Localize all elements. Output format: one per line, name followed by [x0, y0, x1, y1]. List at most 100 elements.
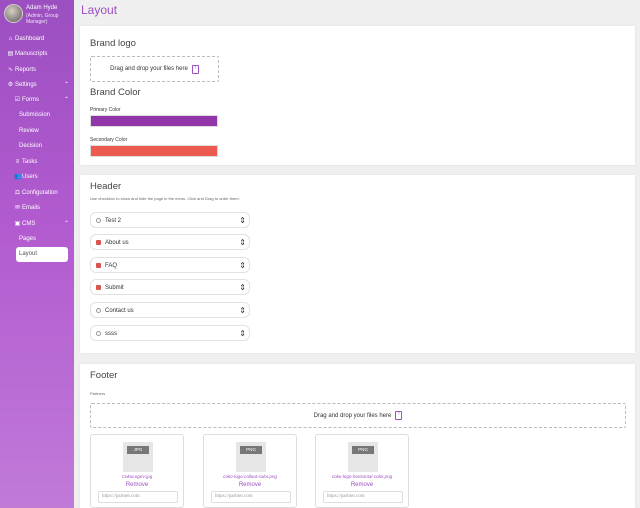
nav-label: Tasks: [22, 159, 38, 165]
file-thumbnail-icon: JPG: [123, 442, 153, 472]
nav-label: CMS: [22, 221, 36, 227]
partner-file-name[interactable]: coko-logo-horizontal-color.png: [316, 474, 408, 479]
nav-label: Users: [22, 174, 38, 180]
secondary-color-picker[interactable]: [90, 145, 218, 157]
user-profile[interactable]: Adam Hyde (Admin, Group Manager): [4, 4, 72, 26]
nav-review[interactable]: Review: [19, 124, 69, 138]
file-thumbnail-icon: PNG: [236, 442, 266, 472]
file-thumbnail-icon: PNG: [348, 442, 378, 472]
file-upload-icon: [395, 411, 403, 420]
nav-label: Manuscripts: [15, 51, 48, 57]
remove-partner-button[interactable]: Remove: [316, 482, 408, 488]
menu-item-label: About us: [105, 240, 129, 246]
nav-label: Forms: [22, 97, 39, 103]
drag-handle-icon[interactable]: ⇕: [239, 328, 246, 340]
drag-handle-icon[interactable]: ⇕: [239, 305, 246, 317]
nav-label: Settings: [15, 82, 37, 88]
menu-item-label: ssss: [105, 331, 117, 337]
nav-label: Layout: [19, 251, 38, 257]
nav-configuration[interactable]: ⚖ Configuration: [14, 186, 69, 200]
file-type-tag: PNG: [352, 446, 374, 454]
menu-item-checkbox[interactable]: [96, 240, 101, 245]
home-icon: ⌂: [8, 36, 13, 42]
user-name: Adam Hyde: [26, 5, 58, 11]
partner-card: JPG CokoLogoV.jpg Remove https://partner…: [90, 434, 184, 508]
nav-dashboard[interactable]: ⌂ Dashboard: [7, 32, 69, 46]
nav-settings[interactable]: ⚙ Settings ⌃: [7, 78, 69, 92]
nav-emails[interactable]: ✉ Emails: [14, 201, 69, 215]
nav-label: Configuration: [22, 190, 58, 196]
partner-card: PNG coko-logo-callout-color.png Remove h…: [203, 434, 297, 508]
menu-item-row[interactable]: Submit ⇕: [90, 279, 250, 295]
menu-item-label: Test 2: [105, 218, 122, 224]
file-type-tag: JPG: [127, 446, 149, 454]
nav-pages[interactable]: Pages: [19, 232, 69, 246]
dropzone-label: Drag and drop your files here: [110, 66, 188, 72]
menu-item-checkbox[interactable]: [96, 285, 101, 290]
partner-file-name[interactable]: coko-logo-callout-color.png: [204, 474, 296, 479]
nav-submission[interactable]: Submission: [19, 108, 69, 122]
menu-item-checkbox[interactable]: [96, 263, 101, 268]
chevron-up-icon: ⌃: [63, 82, 69, 88]
menu-item-label: Contact us: [105, 308, 134, 314]
footer-title: Footer: [90, 370, 118, 381]
sidebar: Adam Hyde (Admin, Group Manager) ⌂ Dashbo…: [0, 0, 74, 508]
remove-partner-button[interactable]: Remove: [204, 482, 296, 488]
partner-url-input[interactable]: https://partner.com: [211, 491, 291, 503]
drag-handle-icon[interactable]: ⇕: [239, 282, 246, 294]
users-icon: 👥: [14, 174, 22, 180]
secondary-color-label: Secondary Color: [90, 137, 128, 143]
menu-item-checkbox[interactable]: [96, 331, 101, 336]
cms-icon: ▣: [14, 221, 21, 227]
file-upload-icon: [191, 64, 199, 74]
menu-item-checkbox[interactable]: [96, 218, 101, 223]
menu-item-label: Submit: [105, 285, 124, 291]
partners-dropzone[interactable]: Drag and drop your files here: [90, 403, 626, 428]
avatar[interactable]: [4, 4, 23, 23]
nav-layout[interactable]: Layout: [16, 247, 68, 262]
nav-tasks[interactable]: ≡ Tasks: [14, 155, 69, 169]
menu-item-row[interactable]: ssss ⇕: [90, 325, 250, 341]
forms-icon: ☑: [14, 97, 21, 103]
menu-item-row[interactable]: FAQ ⇕: [90, 257, 250, 273]
page-title: Layout: [81, 3, 118, 17]
primary-color-picker[interactable]: [90, 115, 218, 127]
menu-item-row[interactable]: Test 2 ⇕: [90, 212, 250, 228]
nav-manuscripts[interactable]: ▤ Manuscripts: [7, 47, 69, 61]
remove-partner-button[interactable]: Remove: [91, 482, 183, 488]
chevron-up-icon: ⌃: [63, 97, 69, 103]
nav-label: Submission: [19, 112, 51, 118]
brand-logo-title: Brand logo: [90, 38, 136, 49]
menu-item-row[interactable]: Contact us ⇕: [90, 302, 250, 318]
nav-decision[interactable]: Decision: [19, 139, 69, 153]
nav-label: Review: [19, 128, 39, 134]
partner-card: PNG coko-logo-horizontal-color.png Remov…: [315, 434, 409, 508]
brand-color-title: Brand Color: [90, 87, 141, 98]
mail-icon: ✉: [14, 205, 21, 211]
partner-url-input[interactable]: https://partner.com: [323, 491, 403, 503]
drag-handle-icon[interactable]: ⇕: [239, 215, 246, 227]
nav-forms[interactable]: ☑ Forms ⌃: [14, 93, 69, 107]
brand-logo-dropzone[interactable]: Drag and drop your files here: [90, 56, 219, 82]
chevron-up-icon: ⌃: [63, 221, 69, 227]
menu-item-row[interactable]: About us ⇕: [90, 234, 250, 250]
drag-handle-icon[interactable]: ⇕: [239, 260, 246, 272]
menu-item-checkbox[interactable]: [96, 308, 101, 313]
dropzone-label: Drag and drop your files here: [313, 412, 392, 419]
configuration-icon: ⚖: [14, 190, 21, 196]
partners-label: Partners: [90, 391, 106, 396]
partner-url-input[interactable]: https://partner.com: [98, 491, 178, 503]
gear-icon: ⚙: [7, 82, 14, 88]
header-hint: Use checkbox to show and hide the page i…: [90, 196, 240, 201]
partner-file-name[interactable]: CokoLogoV.jpg: [91, 474, 183, 479]
nav-reports[interactable]: ∿ Reports: [7, 63, 69, 77]
nav-label: Pages: [19, 236, 37, 242]
nav-label: Decision: [19, 143, 43, 149]
nav-cms[interactable]: ▣ CMS ⌃: [14, 217, 69, 231]
tasks-icon: ≡: [15, 159, 20, 165]
nav-label: Emails: [22, 205, 41, 211]
file-icon: ▤: [7, 51, 14, 57]
activity-icon: ∿: [7, 67, 14, 73]
drag-handle-icon[interactable]: ⇕: [239, 237, 246, 249]
nav-users[interactable]: 👥Users: [14, 170, 69, 184]
